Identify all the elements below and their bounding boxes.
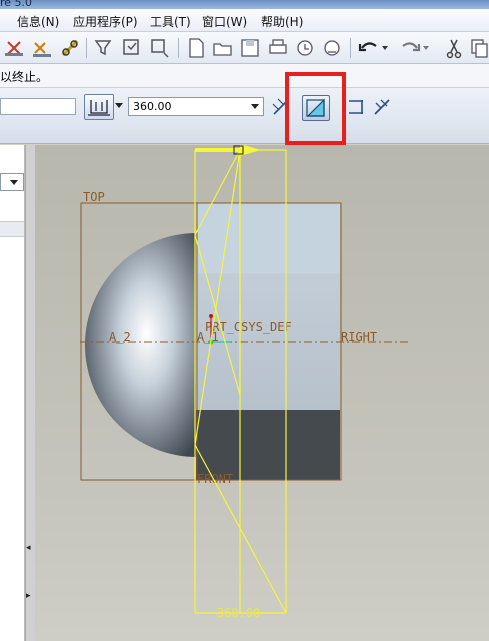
title-bar: re 5.0: [0, 0, 489, 9]
chevron-down-icon[interactable]: [251, 104, 259, 109]
menu-applications[interactable]: 应用程序(P): [73, 13, 138, 30]
toolbar-separator: [86, 38, 87, 58]
delete-old-versions-icon[interactable]: [2, 36, 26, 60]
thicken-direction-icon[interactable]: [345, 96, 367, 118]
cut-icon[interactable]: [442, 36, 466, 60]
flip-thicken-icon[interactable]: [371, 96, 393, 118]
highlight-annotation: [285, 72, 346, 145]
dashboard-tabs-strip: [0, 124, 489, 144]
depth-value-select[interactable]: 360.00: [128, 97, 264, 116]
datum-label-top[interactable]: TOP: [83, 190, 105, 204]
axis-label-a2[interactable]: A_2: [109, 330, 131, 344]
section-field[interactable]: [0, 98, 76, 115]
menu-tools[interactable]: 工具(T): [150, 13, 191, 30]
sphere-surface[interactable]: [85, 233, 197, 457]
datum-label-front[interactable]: FRONT: [197, 472, 233, 486]
chevron-left-icon[interactable]: ◂: [26, 543, 31, 553]
print-icon[interactable]: [266, 36, 290, 60]
redo-icon[interactable]: [395, 36, 429, 60]
mail-link-icon[interactable]: [320, 36, 344, 60]
chevron-down-icon[interactable]: [10, 180, 18, 185]
message-text: 以终止。: [0, 70, 49, 84]
datum-label-right[interactable]: RIGHT: [341, 330, 377, 344]
new-file-icon[interactable]: [184, 36, 208, 60]
main-toolbar: [0, 32, 489, 64]
menu-window[interactable]: 窗口(W): [202, 13, 247, 30]
model-view[interactable]: TOP RIGHT FRONT A_2 A_1 PRT_CSYS_DEF 360…: [35, 145, 489, 641]
csys-label[interactable]: PRT_CSYS_DEF: [205, 320, 292, 334]
window-title: re 5.0: [0, 0, 33, 9]
filter-icon[interactable]: [92, 36, 116, 60]
save-icon[interactable]: [238, 36, 262, 60]
panel-sash[interactable]: ◂ ▸: [25, 145, 35, 641]
filter-dropdown-icon[interactable]: [148, 36, 172, 60]
depth-blind-icon: [88, 100, 110, 116]
toolbar-separator: [350, 38, 351, 58]
csys-y-marker: [209, 314, 213, 318]
depth-value: 360.00: [133, 100, 172, 113]
erase-not-displayed-icon[interactable]: [30, 36, 54, 60]
menu-bar: 信息(N) 应用程序(P) 工具(T) 窗口(W) 帮助(H): [0, 9, 489, 32]
mail-icon[interactable]: [293, 36, 317, 60]
menu-info[interactable]: 信息(N): [17, 13, 59, 30]
depth-options-arrow[interactable]: [115, 103, 123, 108]
toolbar-separator: [178, 38, 179, 58]
box-top-face[interactable]: [196, 203, 340, 273]
depth-blind-button[interactable]: [84, 94, 114, 120]
chevron-right-icon[interactable]: ▸: [26, 591, 31, 601]
model-tree-combo[interactable]: [0, 173, 24, 191]
model-tree-row[interactable]: [0, 221, 24, 237]
undo-icon[interactable]: [356, 36, 390, 60]
copy-icon[interactable]: [466, 36, 489, 60]
regenerate-icon[interactable]: [58, 36, 82, 60]
message-area: 以终止。: [0, 64, 489, 88]
model-tree-panel: [0, 145, 25, 641]
box-dark-face[interactable]: [196, 410, 340, 480]
graphics-window[interactable]: TOP RIGHT FRONT A_2 A_1 PRT_CSYS_DEF 360…: [35, 145, 489, 641]
select-filter-icon[interactable]: [120, 36, 144, 60]
open-folder-icon[interactable]: [211, 36, 235, 60]
dimension-label[interactable]: 360.00: [217, 606, 260, 620]
menu-help[interactable]: 帮助(H): [261, 13, 303, 30]
